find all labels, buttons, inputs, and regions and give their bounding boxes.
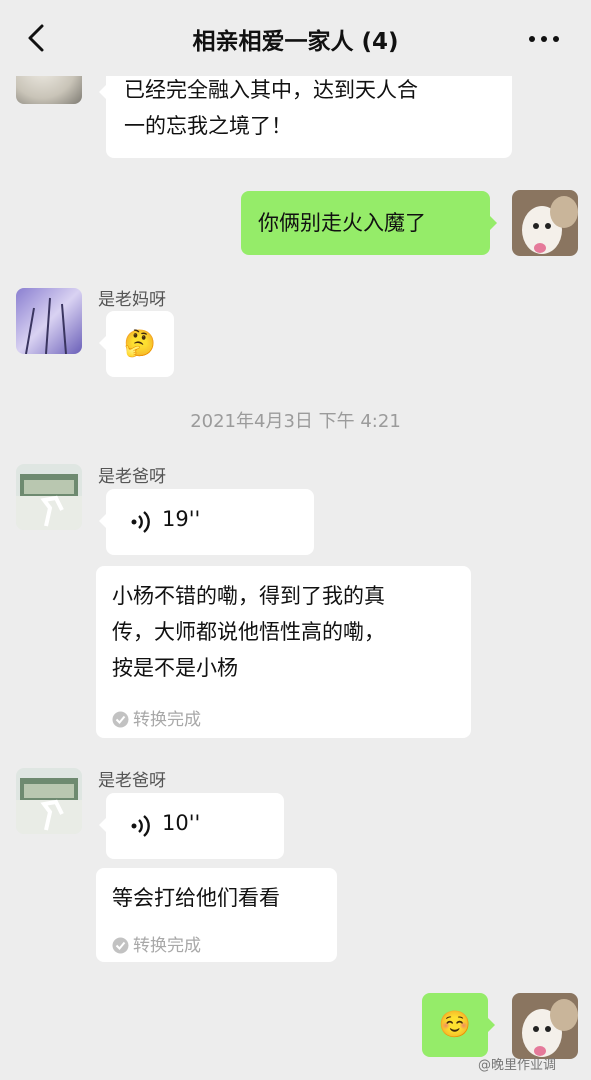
voice-duration: 10'' [162, 811, 201, 835]
message-text: 你俩别走火入魔了 [258, 211, 426, 235]
sender-name: 是老爸呀 [98, 771, 166, 791]
message-timestamp: 2021年4月3日 下午 4:21 [190, 411, 401, 432]
blush-emoji: ☺️ [438, 1010, 472, 1040]
chat-header: 相亲相爱一家人 (4) [0, 0, 591, 76]
voice-wave-icon [131, 511, 150, 533]
voice-wave-icon [131, 815, 150, 837]
avatar-self[interactable] [512, 993, 578, 1059]
chat-title: 相亲相爱一家人 (4) [192, 29, 399, 55]
check-circle-icon [112, 937, 129, 954]
check-circle-icon [112, 711, 129, 728]
transcript-status: 转换完成 [112, 928, 201, 964]
more-dots-icon[interactable] [524, 22, 564, 56]
transcript-status-text: 转换完成 [133, 936, 201, 956]
voice-transcript[interactable]: 小杨不错的嘞，得到了我的真 传，大师都说他悟性高的嘞， 按是不是小杨 转换完成 [96, 566, 471, 738]
voice-duration: 19'' [162, 507, 201, 531]
message-bubble-self[interactable]: ☺️ [422, 993, 495, 1057]
message-bubble-self[interactable]: 你俩别走火入魔了 [241, 191, 497, 255]
sender-name: 是老爸呀 [98, 467, 166, 487]
sender-name: 是老妈呀 [98, 290, 166, 310]
avatar-self[interactable] [512, 190, 578, 256]
voice-message[interactable]: 19'' [99, 489, 314, 555]
watermark: @晚里作业调 [478, 1058, 557, 1073]
voice-message[interactable]: 10'' [99, 793, 284, 859]
thinking-emoji: 🤔 [123, 329, 157, 359]
transcript-status-text: 转换完成 [133, 710, 201, 730]
transcript-line: 小杨不错的嘞，得到了我的真 [112, 584, 385, 608]
transcript-status: 转换完成 [112, 702, 201, 738]
avatar-mom[interactable] [16, 288, 82, 354]
message-text-line: 一的忘我之境了！ [124, 114, 292, 138]
avatar-dad[interactable] [16, 464, 82, 530]
transcript-line: 按是不是小杨 [112, 656, 238, 680]
voice-transcript[interactable]: 等会打给他们看看 转换完成 [96, 868, 337, 962]
message-text-line: 已经完全融入其中，达到天人合 [124, 78, 418, 102]
transcript-line: 等会打给他们看看 [112, 886, 280, 910]
transcript-line: 传，大师都说他悟性高的嘞， [112, 620, 385, 644]
avatar-dad[interactable] [16, 768, 82, 834]
message-bubble[interactable]: 🤔 [99, 311, 174, 377]
